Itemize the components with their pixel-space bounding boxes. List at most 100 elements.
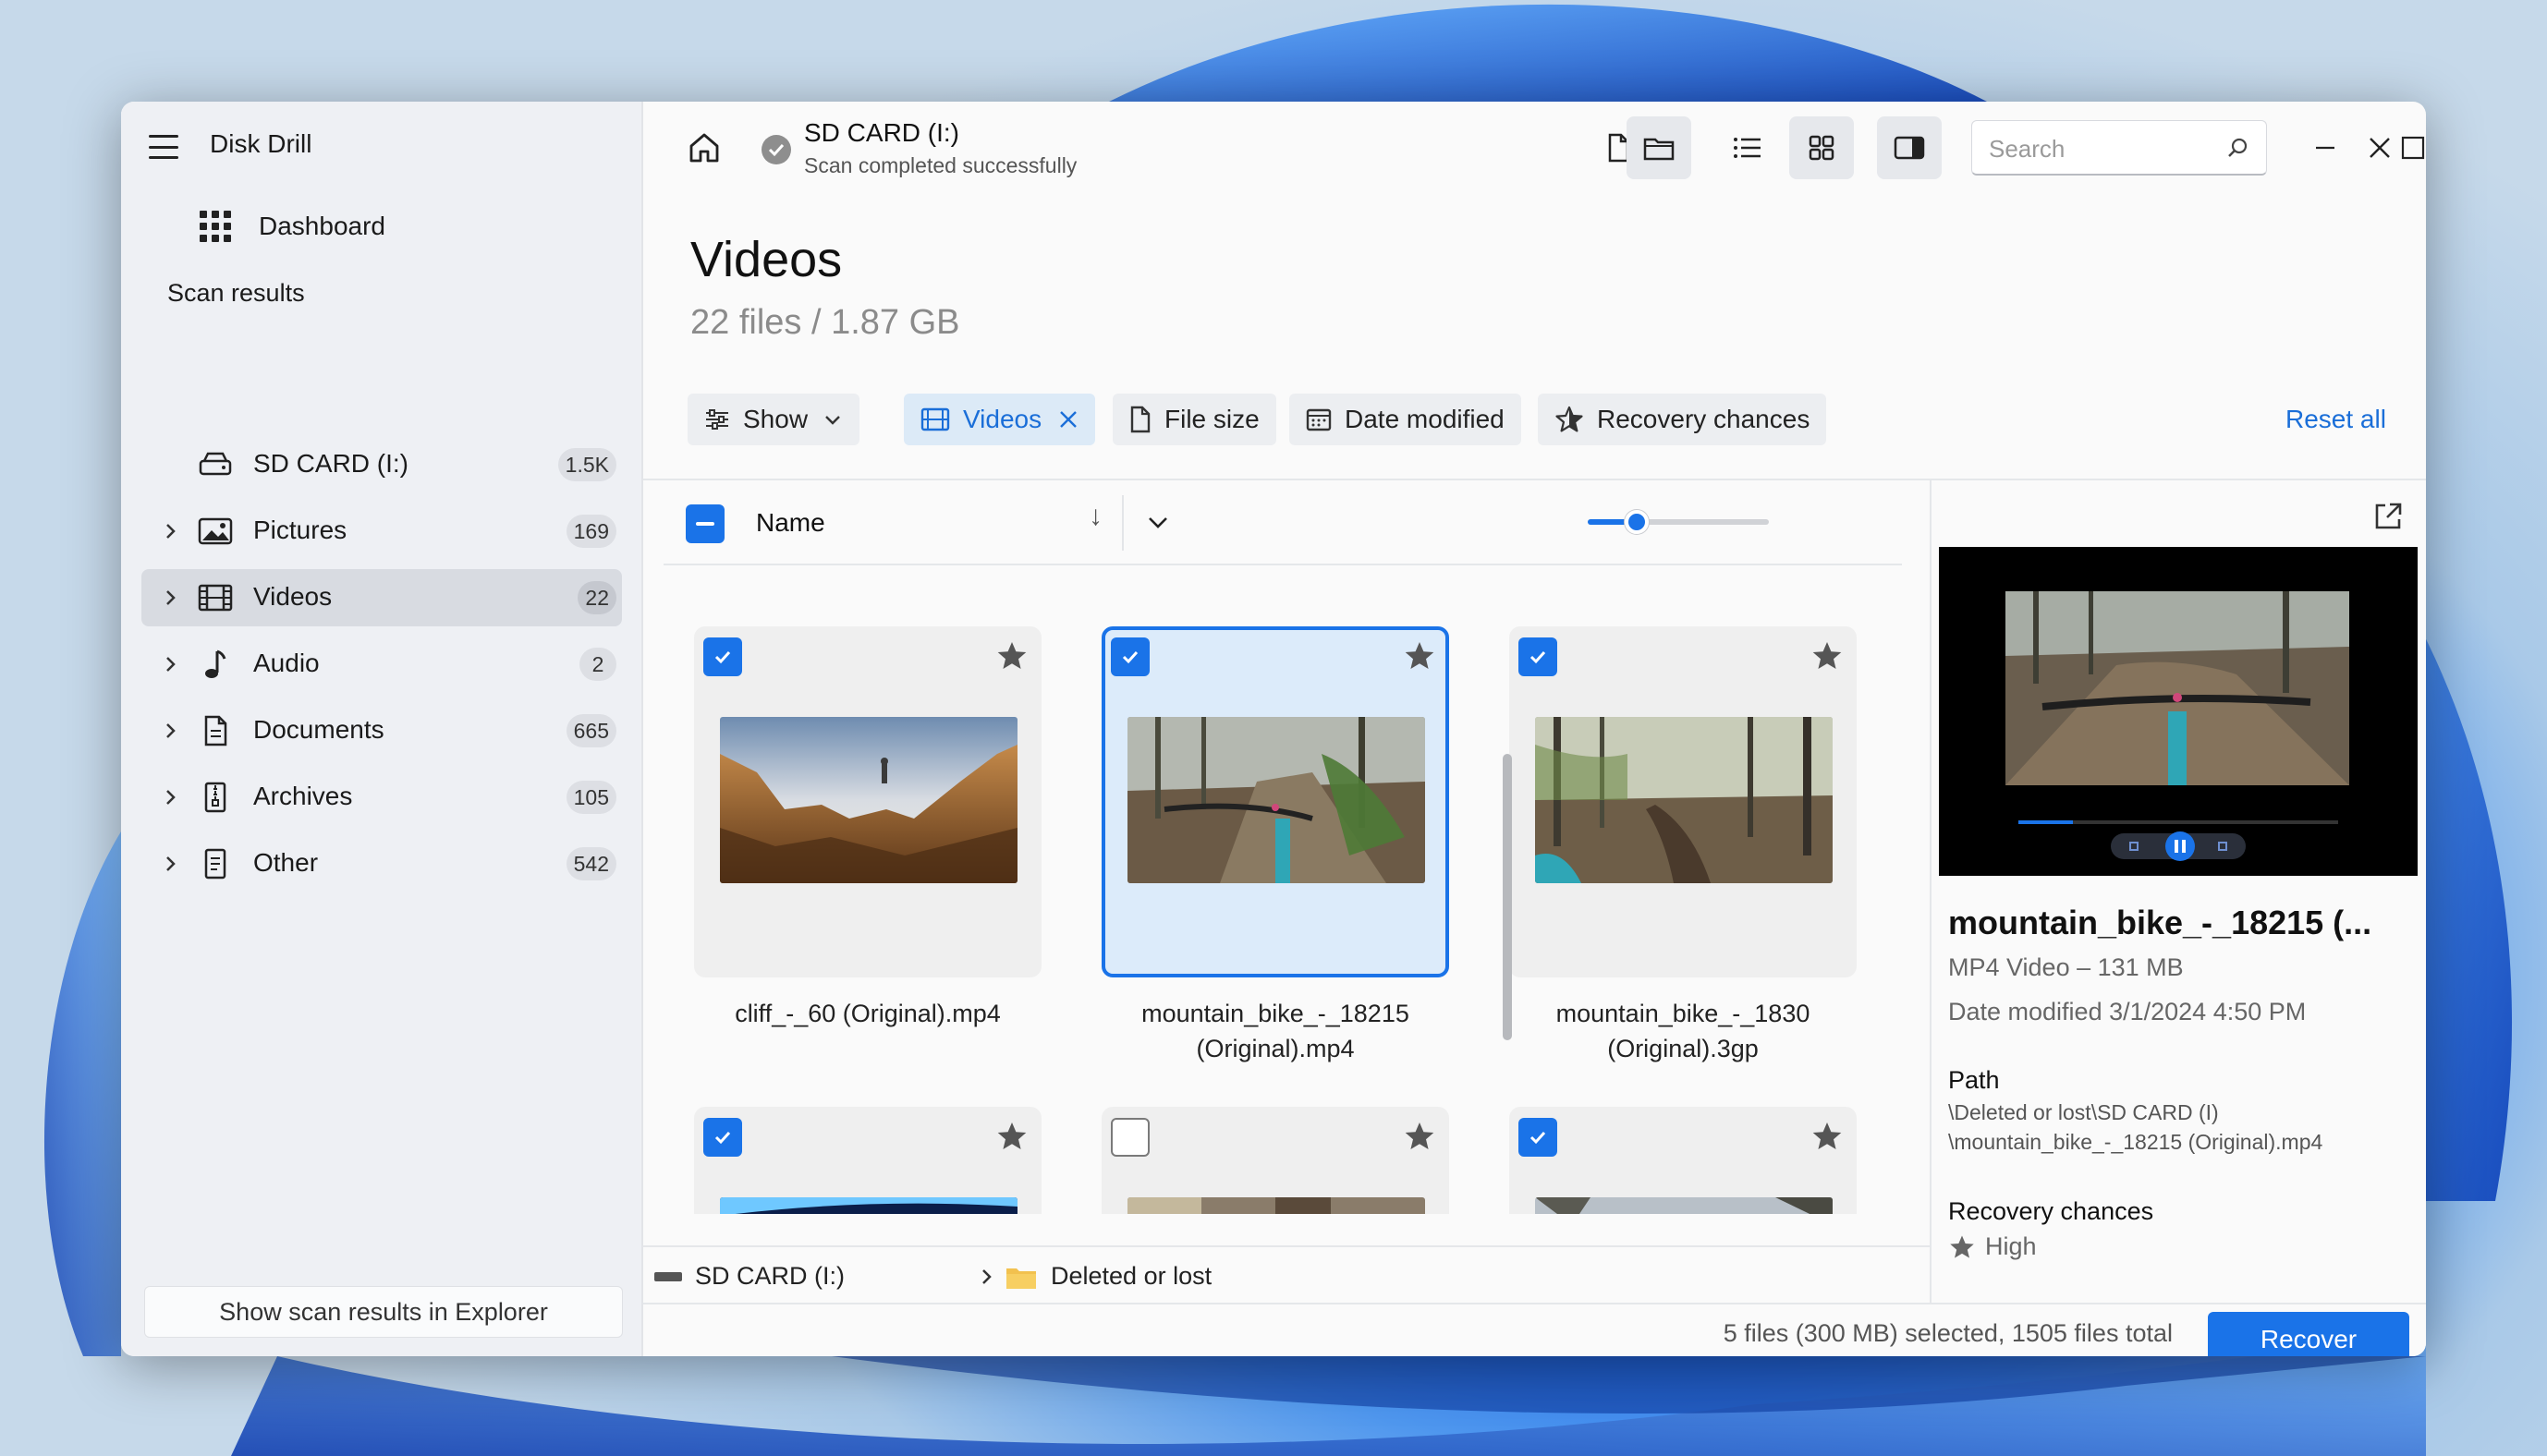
home-icon[interactable] (686, 129, 723, 166)
rewind-icon[interactable] (2129, 842, 2139, 851)
star-icon[interactable] (995, 639, 1029, 673)
menu-icon[interactable] (149, 135, 178, 159)
page-subtitle: 22 files / 1.87 GB (690, 303, 960, 342)
sidebar-item-documents[interactable]: Documents 665 (141, 702, 622, 759)
show-in-explorer-button[interactable]: Show scan results in Explorer (144, 1286, 623, 1338)
film-icon (920, 407, 950, 431)
scan-results-heading: Scan results (167, 279, 305, 307)
preview-panel: mountain_bike_-_18215 (... MP4 Video – 1… (1930, 479, 2426, 1303)
search-icon[interactable] (2225, 136, 2249, 160)
check-icon (714, 1131, 731, 1145)
select-all-checkbox[interactable] (686, 504, 725, 543)
star-icon (1555, 406, 1583, 432)
name-column-header[interactable]: Name (756, 508, 825, 538)
star-icon[interactable] (995, 1120, 1029, 1153)
page-title: Videos (690, 232, 843, 287)
column-divider (1122, 495, 1124, 551)
file-checkbox[interactable] (1111, 637, 1150, 676)
file-checkbox[interactable] (1518, 637, 1557, 676)
date-modified-filter-button[interactable]: Date modified (1289, 394, 1521, 445)
file-checkbox[interactable] (703, 637, 742, 676)
reset-all-link[interactable]: Reset all (2285, 405, 2386, 434)
check-icon (1529, 1131, 1546, 1145)
chevron-right-icon[interactable] (160, 721, 180, 741)
chevron-right-icon[interactable] (160, 654, 180, 674)
star-icon[interactable] (1403, 1120, 1436, 1153)
file-card-selected[interactable] (1102, 626, 1449, 977)
thumbnail-size-slider[interactable] (1588, 510, 1769, 534)
preview-pane-button[interactable] (1877, 116, 1942, 179)
list-scrollbar[interactable] (1503, 754, 1512, 1040)
grid-view-button[interactable] (1789, 116, 1854, 179)
file-size-filter-label: File size (1164, 405, 1260, 433)
archive-icon (204, 782, 226, 813)
count-badge: 665 (566, 714, 616, 747)
sidebar-item-dashboard[interactable]: Dashboard (200, 203, 385, 249)
breadcrumb-folder[interactable]: Deleted or lost (1051, 1262, 1212, 1291)
videos-filter-chip[interactable]: Videos (904, 394, 1096, 445)
chevron-down-icon[interactable] (1144, 508, 1172, 536)
sidebar-item-sd-card[interactable]: SD CARD (I:) 1.5K (141, 436, 622, 493)
list-view-button[interactable] (1715, 116, 1780, 179)
pause-button[interactable] (2165, 831, 2195, 861)
file-checkbox[interactable] (703, 1118, 742, 1157)
chevron-right-icon[interactable] (160, 521, 180, 541)
chevron-right-icon[interactable] (160, 854, 180, 874)
close-icon[interactable] (1058, 409, 1079, 430)
video-thumbnail (1535, 717, 1833, 883)
open-external-icon[interactable] (2372, 501, 2404, 532)
minimize-icon (2316, 146, 2334, 150)
sidebar-item-other[interactable]: Other 542 (141, 835, 622, 892)
file-name: mountain_bike_-_18215 (Original).mp4 (1141, 1000, 1409, 1062)
recovery-chances-filter-button[interactable]: Recovery chances (1538, 394, 1827, 445)
drive-icon (199, 452, 232, 476)
document-icon (1130, 406, 1151, 433)
file-card[interactable] (694, 626, 1042, 977)
dashboard-grid-icon (200, 211, 231, 242)
recover-button[interactable]: Recover (2208, 1312, 2409, 1356)
slider-thumb[interactable] (1625, 510, 1649, 534)
file-checkbox-unchecked[interactable] (1111, 1118, 1150, 1157)
side-panel-icon (1894, 136, 1925, 160)
chevron-down-icon (825, 416, 840, 425)
sidebar-item-label: Other (253, 848, 319, 877)
count-badge: 542 (566, 847, 616, 880)
sidebar-item-label: Videos (253, 582, 333, 611)
search-field[interactable] (1971, 120, 2267, 176)
folder-view-button[interactable] (1627, 116, 1691, 179)
fullscreen-icon[interactable] (2218, 842, 2227, 851)
video-frame (2005, 591, 2349, 785)
videos-filter-label: Videos (963, 405, 1042, 433)
file-card[interactable] (694, 1107, 1042, 1214)
star-icon (1950, 1235, 1974, 1258)
search-input[interactable] (1989, 134, 2211, 164)
sidebar-item-archives[interactable]: Archives 105 (141, 769, 622, 826)
count-badge: 105 (566, 781, 616, 814)
file-card[interactable] (1102, 1107, 1449, 1214)
file-card[interactable] (1509, 626, 1857, 977)
app-title: Disk Drill (210, 129, 312, 158)
close-button[interactable] (2352, 122, 2407, 174)
star-icon[interactable] (1403, 639, 1436, 673)
video-player[interactable] (1939, 547, 2418, 876)
file-checkbox[interactable] (1518, 1118, 1557, 1157)
sidebar-item-label: Documents (253, 715, 384, 744)
file-card[interactable] (1509, 1107, 1857, 1214)
show-filter-button[interactable]: Show (688, 394, 860, 445)
minimize-button[interactable] (2297, 122, 2353, 174)
playback-progress-bar[interactable] (2018, 820, 2338, 824)
star-icon[interactable] (1810, 639, 1844, 673)
column-header: Name ↓ (664, 480, 1902, 565)
breadcrumb-drive[interactable]: SD CARD (I:) (695, 1262, 845, 1291)
sidebar-item-audio[interactable]: Audio 2 (141, 636, 622, 693)
sort-arrow-icon[interactable]: ↓ (1089, 501, 1103, 532)
preview-date-modified: Date modified 3/1/2024 4:50 PM (1948, 998, 2307, 1025)
chevron-right-icon[interactable] (160, 588, 180, 608)
file-icon (204, 848, 226, 880)
dashboard-label: Dashboard (259, 212, 385, 240)
star-icon[interactable] (1810, 1120, 1844, 1153)
chevron-right-icon[interactable] (160, 787, 180, 807)
sidebar-item-videos[interactable]: Videos 22 (141, 569, 622, 626)
file-size-filter-button[interactable]: File size (1113, 394, 1276, 445)
sidebar-item-pictures[interactable]: Pictures 169 (141, 503, 622, 560)
